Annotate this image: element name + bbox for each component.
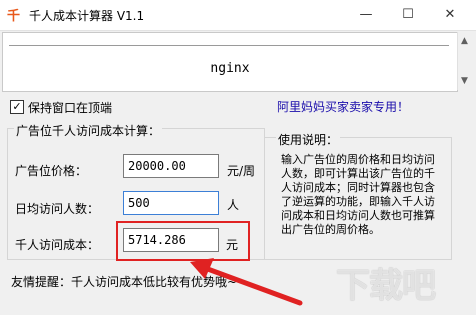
watermark-logo-icon: 下载吧 [336,266,436,306]
